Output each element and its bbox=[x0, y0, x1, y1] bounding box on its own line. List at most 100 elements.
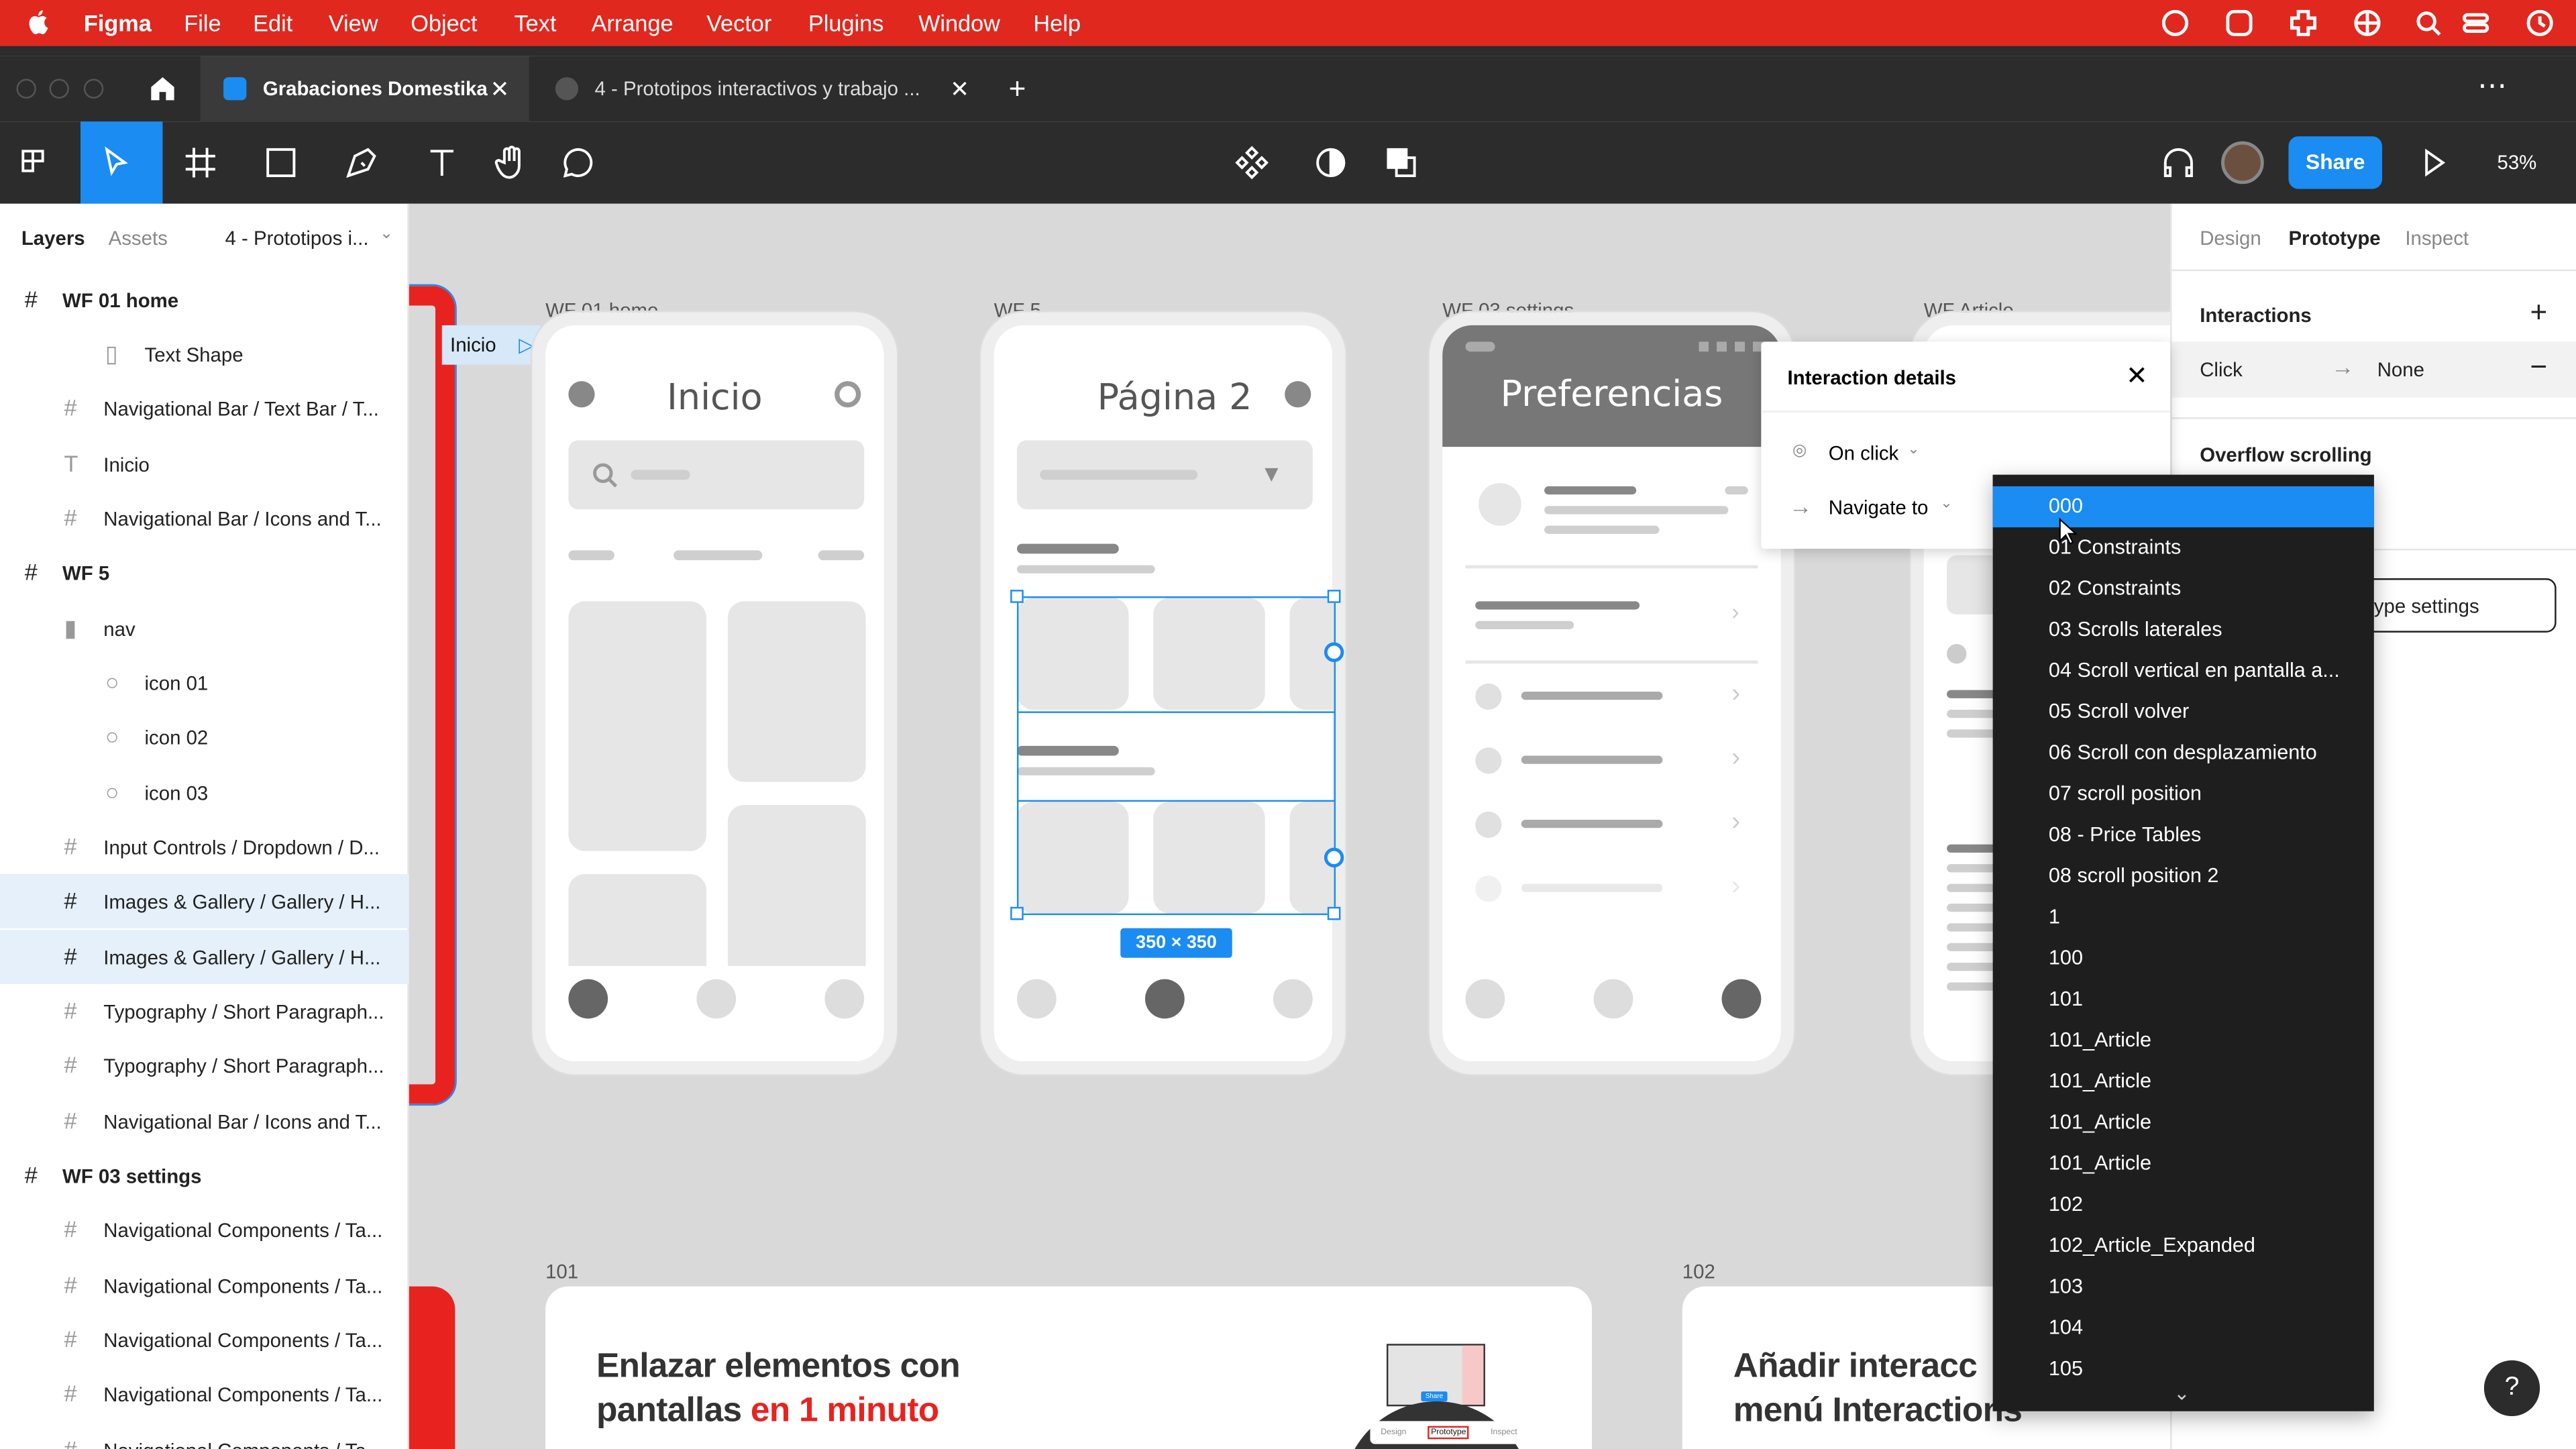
share-button[interactable]: Share bbox=[2288, 136, 2383, 189]
dropdown-item[interactable]: 102_Article_Expanded bbox=[1993, 1226, 2374, 1267]
page-selector[interactable]: 4 - Prototipos i... bbox=[225, 227, 369, 250]
lesson-card-101[interactable]: Enlazar elementos con pantallas en 1 min… bbox=[545, 1286, 1593, 1449]
interaction-row[interactable]: Click → None − bbox=[2171, 341, 2576, 398]
menu-edit[interactable]: Edit bbox=[253, 10, 292, 36]
close-icon[interactable]: ✕ bbox=[2126, 360, 2148, 392]
dropdown-item[interactable]: 08 scroll position 2 bbox=[1993, 856, 2374, 897]
dropdown-item[interactable]: 101 bbox=[1993, 979, 2374, 1020]
components-icon[interactable] bbox=[1232, 143, 1272, 182]
status-app-icon-2[interactable] bbox=[2226, 9, 2253, 36]
frame-label[interactable]: 102 bbox=[1682, 1260, 1715, 1283]
tab-assets[interactable]: Assets bbox=[109, 227, 168, 250]
menu-help[interactable]: Help bbox=[1033, 10, 1081, 36]
shape-tool-icon[interactable] bbox=[261, 143, 301, 182]
status-app-icon-1[interactable] bbox=[2161, 9, 2189, 36]
trigger-select[interactable]: On click bbox=[1829, 442, 1899, 465]
move-tool-icon[interactable] bbox=[95, 143, 135, 182]
layer-row[interactable]: # Images & Gallery / Gallery / H... bbox=[0, 873, 409, 928]
connection-node[interactable] bbox=[1324, 847, 1344, 868]
add-interaction-icon[interactable]: + bbox=[2530, 296, 2547, 330]
tab-grabaciones[interactable]: Grabaciones Domestika ✕ bbox=[200, 56, 529, 122]
layer-row[interactable]: # Navigational Bar / Icons and T... bbox=[0, 1094, 409, 1148]
avatar[interactable] bbox=[2221, 141, 2264, 184]
present-icon[interactable] bbox=[2414, 143, 2453, 182]
window-zoom-button[interactable] bbox=[83, 78, 104, 99]
layer-row[interactable]: # Navigational Components / Ta... bbox=[0, 1313, 409, 1367]
frame-label[interactable]: 101 bbox=[545, 1260, 578, 1283]
clock-icon[interactable] bbox=[2526, 9, 2553, 36]
dropdown-item[interactable]: 101_Article bbox=[1993, 1061, 2374, 1102]
frame-wf01-home[interactable]: Inicio bbox=[531, 310, 899, 1077]
layer-row[interactable]: # Input Controls / Dropdown / D... bbox=[0, 820, 409, 874]
resize-handle[interactable] bbox=[1010, 906, 1024, 920]
boolean-icon[interactable] bbox=[1382, 143, 1421, 182]
frame-tool-icon[interactable] bbox=[180, 143, 220, 182]
layer-row[interactable]: ▮ nav bbox=[0, 601, 409, 655]
help-button[interactable]: ? bbox=[2483, 1360, 2540, 1417]
tab-prototipos[interactable]: 4 - Prototipos interactivos y trabajo ..… bbox=[532, 56, 989, 121]
menu-plugins[interactable]: Plugins bbox=[808, 10, 883, 36]
connection-node[interactable] bbox=[1324, 642, 1344, 662]
new-tab-icon[interactable]: + bbox=[1009, 72, 1026, 107]
remove-interaction-icon[interactable]: − bbox=[2530, 350, 2547, 384]
text-tool-icon[interactable] bbox=[422, 143, 462, 182]
status-app-icon-4[interactable] bbox=[2354, 9, 2381, 36]
dropdown-item[interactable]: 101_Article bbox=[1993, 1020, 2374, 1061]
home-icon[interactable] bbox=[150, 76, 176, 102]
menu-text[interactable]: Text bbox=[515, 10, 557, 36]
tab-prototype[interactable]: Prototype bbox=[2288, 227, 2380, 250]
layer-row[interactable]: # Navigational Bar / Text Bar / T... bbox=[0, 381, 409, 435]
zoom-level[interactable]: 53% bbox=[2497, 151, 2536, 174]
resize-handle[interactable] bbox=[1010, 590, 1024, 603]
tab-inspect[interactable]: Inspect bbox=[2405, 227, 2469, 250]
control-center-icon[interactable] bbox=[2463, 10, 2489, 36]
layer-row[interactable]: # Navigational Components / Ta... bbox=[0, 1367, 409, 1421]
layer-row[interactable]: ○ icon 03 bbox=[0, 765, 409, 820]
headphones-icon[interactable] bbox=[2159, 143, 2198, 182]
action-select[interactable]: Navigate to bbox=[1829, 496, 1929, 519]
layer-row[interactable]: # Images & Gallery / Gallery / H... bbox=[0, 930, 409, 984]
dropdown-item[interactable]: 101_Article bbox=[1993, 1144, 2374, 1185]
dropdown-item[interactable]: 100 bbox=[1993, 938, 2374, 979]
dropdown-item[interactable]: 103 bbox=[1993, 1267, 2374, 1307]
layer-row[interactable]: ○ icon 01 bbox=[0, 655, 409, 710]
layer-row[interactable]: # Navigational Components / Ta... bbox=[0, 1423, 409, 1449]
menu-file[interactable]: File bbox=[184, 10, 221, 36]
dropdown-item[interactable]: 01 Constraints bbox=[1993, 527, 2374, 568]
layer-row[interactable]: # WF 01 home bbox=[0, 273, 409, 327]
layer-row[interactable]: ○ icon 02 bbox=[0, 710, 409, 764]
dropdown-item[interactable]: 1 bbox=[1993, 897, 2374, 938]
dropdown-item[interactable]: 000 bbox=[1992, 486, 2374, 528]
menu-window[interactable]: Window bbox=[918, 10, 1000, 36]
window-minimize-button[interactable] bbox=[49, 78, 69, 99]
layer-row[interactable]: # Typography / Short Paragraph... bbox=[0, 984, 409, 1038]
menu-arrange[interactable]: Arrange bbox=[592, 10, 674, 36]
main-menu-icon[interactable] bbox=[13, 143, 53, 182]
dropdown-item[interactable]: 02 Constraints bbox=[1993, 568, 2374, 609]
status-app-icon-3[interactable] bbox=[2290, 9, 2317, 36]
resize-handle[interactable] bbox=[1327, 590, 1341, 603]
dropdown-item[interactable]: 102 bbox=[1993, 1185, 2374, 1226]
mask-icon[interactable] bbox=[1311, 143, 1350, 182]
dropdown-item[interactable]: 03 Scrolls laterales bbox=[1993, 610, 2374, 651]
frame-wf03-settings[interactable]: Preferencias › › › › › bbox=[1428, 310, 1796, 1077]
hand-tool-icon[interactable] bbox=[491, 143, 531, 182]
dropdown-item[interactable]: 101_Article bbox=[1993, 1102, 2374, 1143]
pen-tool-icon[interactable] bbox=[341, 143, 381, 182]
layer-row[interactable]: # Navigational Components / Ta... bbox=[0, 1203, 409, 1257]
layer-row[interactable]: # Typography / Short Paragraph... bbox=[0, 1038, 409, 1093]
flow-start-label[interactable]: Inicio ▷ bbox=[441, 325, 541, 365]
layer-row[interactable]: # WF 5 bbox=[0, 545, 409, 600]
more-icon[interactable]: ⋯ bbox=[2477, 69, 2509, 103]
chevron-down-icon[interactable]: ⌄ bbox=[2174, 1382, 2190, 1405]
layer-row[interactable]: # WF 03 settings bbox=[0, 1148, 409, 1203]
layer-row[interactable]: # Navigational Bar / Icons and T... bbox=[0, 491, 409, 545]
comment-tool-icon[interactable] bbox=[559, 143, 598, 182]
dropdown-item[interactable]: 06 Scroll con desplazamiento bbox=[1993, 733, 2374, 773]
resize-handle[interactable] bbox=[1327, 906, 1341, 920]
apple-icon[interactable] bbox=[26, 8, 52, 34]
dropdown-item[interactable]: 04 Scroll vertical en pantalla a... bbox=[1993, 651, 2374, 692]
dropdown-item[interactable]: 07 scroll position bbox=[1993, 773, 2374, 814]
layer-row[interactable]: # Navigational Components / Ta... bbox=[0, 1258, 409, 1313]
close-icon[interactable]: ✕ bbox=[490, 74, 509, 103]
